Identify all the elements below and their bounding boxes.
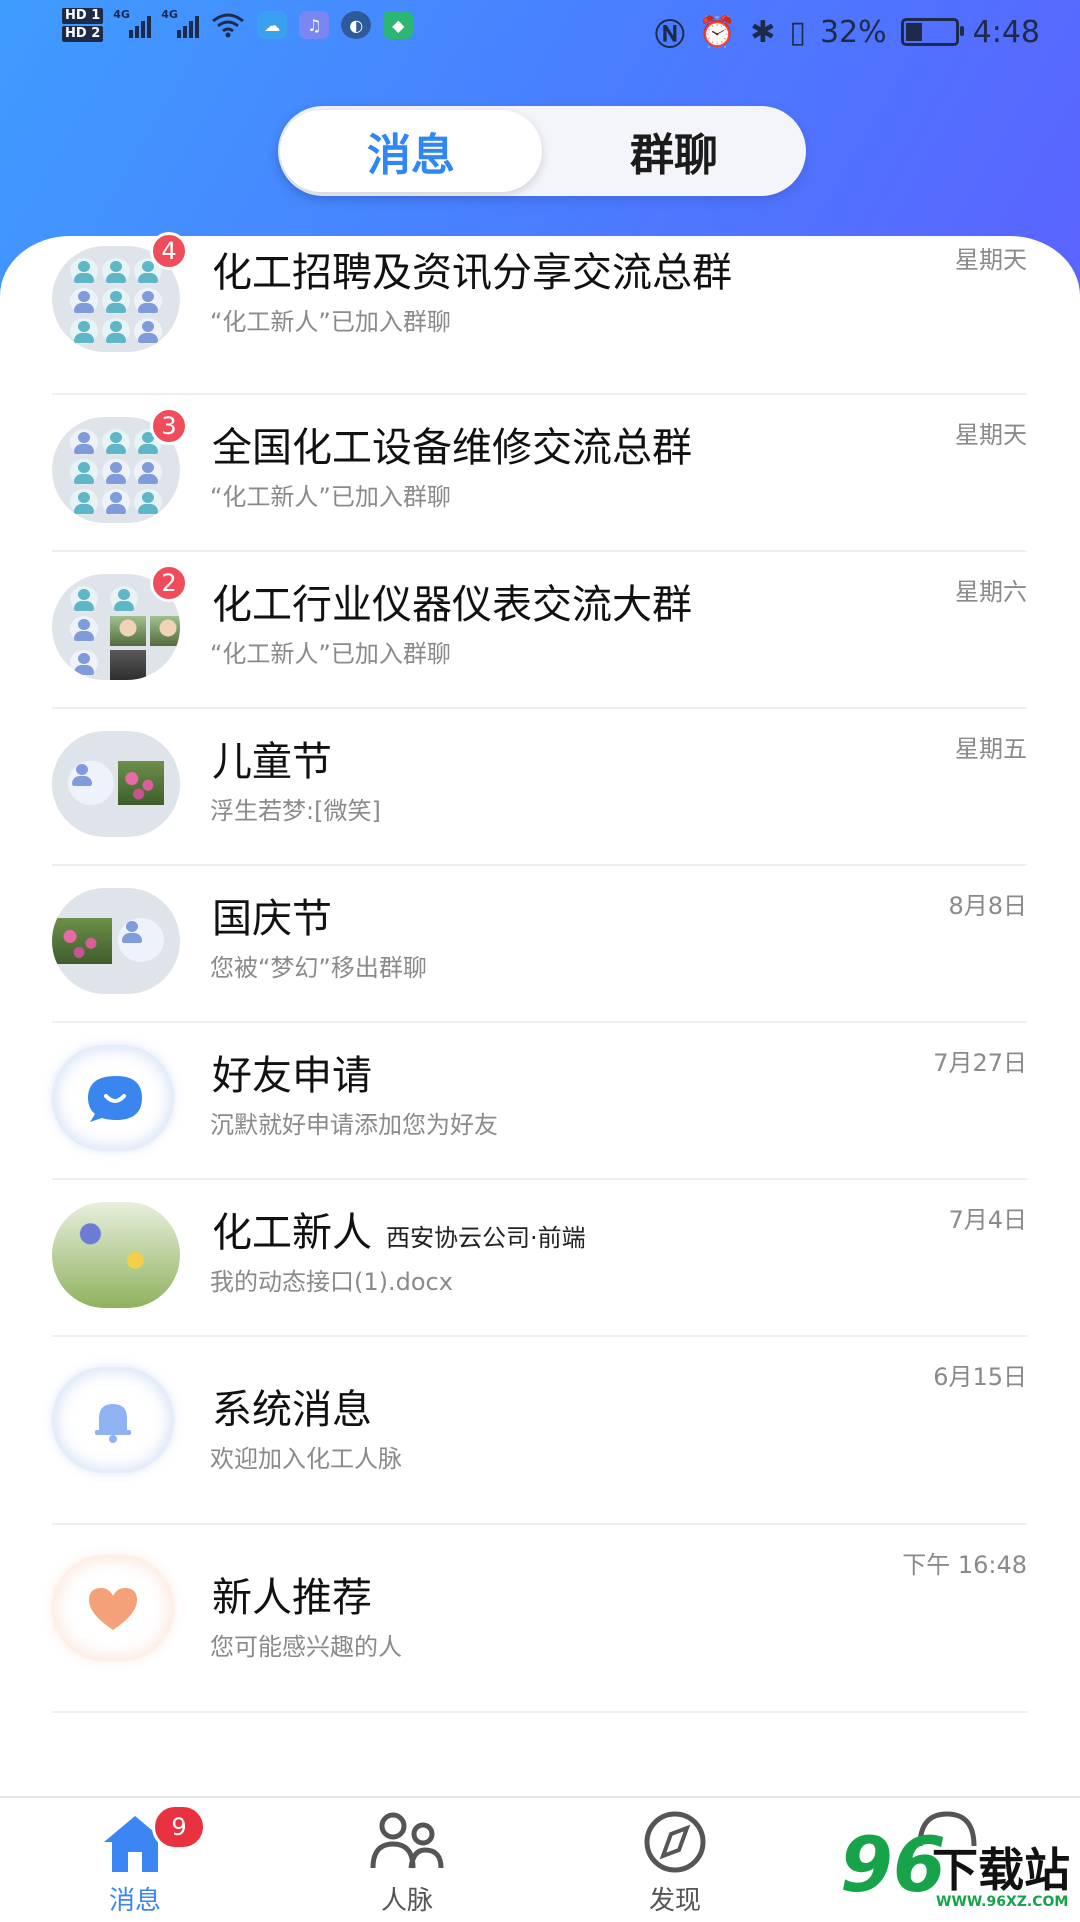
conversation-title: 化工招聘及资讯分享交流总群 [212,250,732,296]
conversation-row[interactable]: 国庆节 您被“梦幻”移出群聊 8月8日 [52,866,1027,1023]
conversation-row[interactable]: 化工新人 西安协云公司·前端 我的动态接口(1).docx 7月4日 [52,1180,1027,1337]
wifi-icon [212,13,245,38]
music-app-icon: ♫ [299,11,330,39]
conversation-time: 8月8日 [948,892,1027,920]
conversation-time: 7月27日 [933,1049,1027,1077]
tab-group-chat[interactable]: 群聊 [542,106,806,196]
clock: 4:48 [972,14,1040,50]
alarm-icon: ⏰ [698,14,737,50]
conversation-time: 下午 16:48 [902,1551,1027,1579]
contacts-icon [370,1812,444,1869]
conversation-time: 星期五 [955,735,1027,763]
signal-icon: 4G [113,8,152,38]
conversation-title: 系统消息 [212,1387,372,1433]
nav-unread-badge: 9 [152,1804,206,1850]
unread-badge: 2 [150,564,188,602]
watermark-text: 下载站 [932,1843,1070,1897]
friend-request-avatar [52,1045,174,1151]
system-avatar [52,1367,174,1473]
vibrate-icon: ▯ [789,14,806,50]
contact-name: 化工新人 [212,1210,372,1256]
watermark-logo: 96 下载站 WWW.96XZ.COM [840,1820,1070,1910]
group-avatar [52,731,180,837]
sim1-label: HD 1 [62,8,104,24]
group-avatar [52,888,180,994]
conversation-preview: 欢迎加入化工人脉 [210,1445,402,1473]
conversation-row[interactable]: 儿童节 浮生若梦:[微笑] 星期五 [52,709,1027,866]
nav-label: 消息 [108,1886,161,1916]
conversation-title: 新人推荐 [212,1575,372,1621]
battery-fill [905,23,923,41]
nav-discover[interactable]: 发现 [600,1798,750,1922]
conversation-preview: “化工新人”已加入群聊 [210,640,451,668]
conversation-row[interactable]: 3 全国化工设备维修交流总群 “化工新人”已加入群聊 星期天 [52,395,1027,552]
conversation-row[interactable]: 4 化工招聘及资讯分享交流总群 “化工新人”已加入群聊 星期天 [52,232,1027,395]
unread-badge: 4 [150,232,188,270]
status-bar: HD 1 HD 2 4G 4G ☁ ♫ ◐ ◆ Ⓝ ⏰ ✱ ▯ 32% 4:48 [0,0,1080,64]
weather-app-icon: ☁ [257,11,288,39]
tab-messages[interactable]: 消息 [280,110,542,192]
chat-bubble-icon [88,1076,142,1122]
conversation-time: 6月15日 [933,1363,1027,1391]
conversation-preview: 浮生若梦:[微笑] [210,797,381,825]
conversation-preview: 沉默就好申请添加您为好友 [210,1111,498,1139]
conversation-row[interactable]: 好友申请 沉默就好申请添加您为好友 7月27日 [52,1023,1027,1180]
battery-percent: 32% [819,14,887,50]
nav-contacts[interactable]: 人脉 [332,1798,482,1922]
watermark-url: WWW.96XZ.COM [936,1894,1069,1910]
sim2-label: HD 2 [62,26,104,42]
network-label: 4G [113,8,130,21]
segment-toggle: 群聊 消息 [278,106,806,196]
nfc-icon: Ⓝ [654,18,685,53]
contact-company: 西安协云公司·前端 [386,1224,586,1252]
shield-app-icon: ◆ [383,11,414,39]
conversation-preview: 我的动态接口(1).docx [210,1268,453,1296]
conversation-row[interactable]: 2 化工行业仪器仪表交流大群 “化工新人”已加入群聊 星期六 [52,552,1027,709]
conversation-title: 儿童节 [212,739,332,785]
nav-label: 人脉 [380,1886,433,1916]
conversation-title: 化工新人 西安协云公司·前端 [212,1200,586,1258]
conversation-list: 4 化工招聘及资讯分享交流总群 “化工新人”已加入群聊 星期天 3 全国化工设备… [52,232,1027,1713]
conversation-time: 星期天 [955,246,1027,274]
conversation-time: 星期天 [955,421,1027,449]
conversation-row[interactable]: 新人推荐 您可能感兴趣的人 下午 16:48 [52,1525,1027,1713]
bluetooth-icon: ✱ [750,14,776,50]
signal-icon: 4G [161,8,200,38]
conversation-preview: 您被“梦幻”移出群聊 [210,954,427,982]
nav-label: 发现 [648,1886,701,1916]
browser-app-icon: ◐ [341,11,372,39]
heart-icon [89,1588,137,1630]
user-avatar [52,1202,180,1308]
bell-icon [95,1404,131,1443]
conversation-title: 全国化工设备维修交流总群 [212,425,692,471]
conversation-title: 国庆节 [212,896,332,942]
unread-badge: 3 [150,407,188,445]
sim-indicator: HD 1 HD 2 [62,8,104,42]
conversation-row[interactable]: 系统消息 欢迎加入化工人脉 6月15日 [52,1337,1027,1525]
conversation-time: 7月4日 [948,1206,1027,1234]
recommend-avatar [52,1555,174,1661]
conversation-preview: “化工新人”已加入群聊 [210,308,451,336]
conversation-preview: “化工新人”已加入群聊 [210,483,451,511]
battery-icon [900,18,964,46]
conversation-title: 好友申请 [212,1053,372,1099]
conversation-time: 星期六 [955,578,1027,606]
compass-icon [644,1811,706,1873]
conversation-preview: 您可能感兴趣的人 [210,1633,402,1661]
network-label: 4G [161,8,178,21]
conversation-title: 化工行业仪器仪表交流大群 [212,582,692,628]
nav-messages[interactable]: 9 消息 [60,1798,210,1922]
